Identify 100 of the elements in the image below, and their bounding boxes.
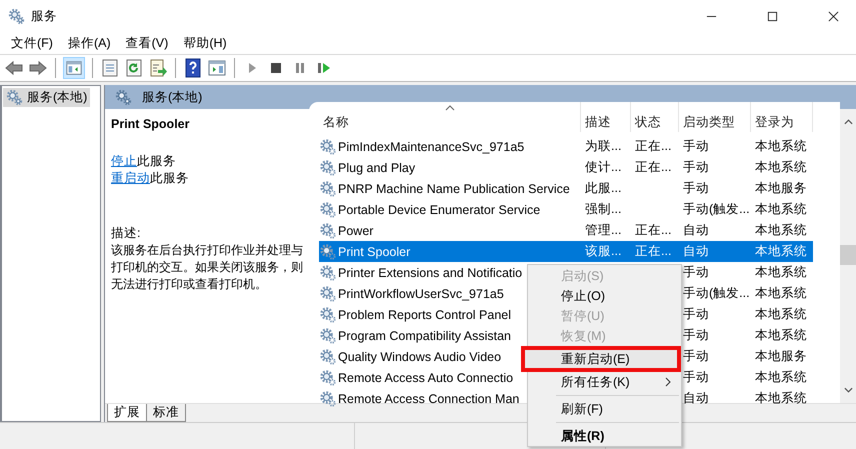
action-pane-icon[interactable] bbox=[207, 58, 227, 78]
description-cell: 该服... bbox=[585, 244, 622, 258]
context-menu-item[interactable]: 重新启动(E) bbox=[521, 346, 681, 372]
column-header[interactable]: 启动类型 bbox=[679, 102, 751, 132]
service-name-cell[interactable]: Portable Device Enumerator Service bbox=[338, 202, 540, 216]
status-cell: 正在... bbox=[635, 139, 672, 153]
log-on-as-cell: 本地系统 bbox=[755, 160, 807, 174]
log-on-as-cell: 本地系统 bbox=[755, 139, 807, 153]
gears-icon bbox=[319, 159, 336, 176]
log-on-as-cell: 本地系统 bbox=[755, 286, 807, 300]
sort-icon bbox=[444, 105, 454, 111]
startup-type-cell: 自动 bbox=[683, 223, 709, 237]
context-menu-item[interactable]: 属性(R) bbox=[528, 426, 681, 446]
scrollbar[interactable] bbox=[840, 109, 856, 403]
export-list-icon[interactable] bbox=[148, 58, 168, 78]
context-menu-item[interactable]: 所有任务(K) bbox=[528, 372, 681, 392]
log-on-as-cell: 本地系统 bbox=[755, 328, 807, 342]
status-cell: 正在... bbox=[635, 244, 672, 258]
properties-sheet-icon[interactable] bbox=[100, 58, 120, 78]
gears-icon bbox=[319, 201, 336, 218]
context-menu-item[interactable]: 停止(O) bbox=[528, 286, 681, 306]
service-name: Print Spooler bbox=[111, 117, 190, 133]
action-link[interactable]: 重启动 bbox=[111, 171, 150, 185]
service-name-cell[interactable]: Quality Windows Audio Video bbox=[338, 350, 502, 364]
scroll-thumb[interactable] bbox=[840, 245, 856, 265]
service-action-text: 停止此服务 bbox=[111, 153, 177, 170]
startup-type-cell: 手动 bbox=[683, 370, 709, 384]
service-name-cell[interactable]: Printer Extensions and Notificatio bbox=[338, 266, 522, 280]
tree-item[interactable]: 服务(本地) bbox=[3, 88, 90, 107]
gears-icon bbox=[319, 138, 336, 155]
gears-icon bbox=[319, 264, 336, 281]
service-name-cell[interactable]: Remote Access Connection Man bbox=[338, 392, 520, 406]
gears-icon bbox=[319, 180, 336, 197]
gears-icon bbox=[319, 327, 336, 344]
view-tab[interactable]: 扩展 bbox=[107, 404, 147, 422]
back-arrow-icon[interactable] bbox=[4, 58, 24, 78]
log-on-as-cell: 本地系统 bbox=[755, 391, 807, 405]
startup-type-cell: 自动 bbox=[683, 244, 709, 258]
panel-title: 服务(本地) bbox=[142, 88, 202, 106]
log-on-as-cell: 本地系统 bbox=[755, 202, 807, 216]
startup-type-cell: 手动 bbox=[683, 307, 709, 321]
gears-icon bbox=[319, 285, 336, 302]
gears-icon bbox=[6, 89, 23, 106]
gears-icon bbox=[319, 369, 336, 386]
service-name-cell[interactable]: Print Spooler bbox=[338, 244, 410, 258]
description-cell: 管理... bbox=[585, 223, 622, 237]
scroll-up-icon[interactable] bbox=[844, 119, 852, 125]
log-on-as-cell: 本地系统 bbox=[755, 265, 807, 279]
description-cell: 强制... bbox=[585, 202, 622, 216]
column-header[interactable]: 状态 bbox=[631, 102, 679, 132]
startup-type-cell: 手动 bbox=[683, 349, 709, 363]
log-on-as-cell: 本地系统 bbox=[755, 370, 807, 384]
scroll-down-icon[interactable] bbox=[844, 387, 852, 393]
service-name-cell[interactable]: PrintWorkflowUserSvc_971a5 bbox=[338, 286, 504, 300]
column-header[interactable]: 描述 bbox=[581, 102, 631, 132]
service-name-cell[interactable]: Problem Reports Control Panel bbox=[338, 308, 511, 322]
maximize-icon[interactable] bbox=[767, 10, 778, 22]
log-on-as-cell: 本地系统 bbox=[755, 223, 807, 237]
gears-icon bbox=[319, 222, 336, 239]
view-tab[interactable]: 标准 bbox=[146, 404, 186, 422]
console-tree-button[interactable] bbox=[63, 57, 85, 79]
column-header[interactable]: 名称 bbox=[319, 102, 581, 132]
refresh-icon[interactable] bbox=[124, 58, 144, 78]
menu-item[interactable]: 操作(A) bbox=[60, 34, 119, 52]
menu-item[interactable]: 文件(F) bbox=[4, 34, 61, 52]
column-header[interactable]: 登录为 bbox=[751, 102, 813, 132]
startup-type-cell: 手动 bbox=[683, 160, 709, 174]
gears-icon bbox=[319, 306, 336, 323]
gears-icon bbox=[115, 88, 132, 106]
startup-type-cell: 自动 bbox=[683, 391, 709, 405]
description-label: 描述: bbox=[111, 225, 142, 242]
action-link[interactable]: 停止 bbox=[111, 154, 137, 168]
service-name-cell[interactable]: PNRP Machine Name Publication Service bbox=[338, 182, 570, 196]
service-name-cell[interactable]: Plug and Play bbox=[338, 160, 416, 174]
log-on-as-cell: 本地服务 bbox=[755, 181, 807, 195]
selected-service-row[interactable]: Print Spooler 该服... 正在... 自动 本地系统 bbox=[319, 241, 813, 262]
startup-type-cell: 手动 bbox=[683, 328, 709, 342]
description-cell: 此服... bbox=[585, 181, 622, 195]
startup-type-cell: 手动 bbox=[683, 181, 709, 195]
gears-icon bbox=[319, 348, 336, 365]
description-text: 该服务在后台执行打印作业并处理与打印机的交互。如果关闭该服务，则无法进行打印或查看打印机。 bbox=[111, 242, 304, 293]
service-name-cell[interactable]: Program Compatibility Assistan bbox=[338, 328, 511, 342]
log-on-as-cell: 本地系统 bbox=[755, 244, 807, 258]
forward-arrow-icon[interactable] bbox=[28, 58, 48, 78]
menu-item[interactable]: 查看(V) bbox=[118, 34, 176, 52]
status-cell: 正在... bbox=[635, 160, 672, 174]
service-name-cell[interactable]: PimIndexMaintenanceSvc_971a5 bbox=[338, 140, 524, 154]
description-cell: 为联... bbox=[585, 139, 622, 153]
service-name-cell[interactable]: Remote Access Auto Connectio bbox=[338, 370, 514, 384]
service-name-cell[interactable]: Power bbox=[338, 224, 374, 238]
help-icon[interactable] bbox=[183, 58, 203, 78]
menu-item[interactable]: 帮助(H) bbox=[176, 34, 235, 52]
log-on-as-cell: 本地服务 bbox=[755, 349, 807, 363]
status-cell: 正在... bbox=[635, 223, 672, 237]
description-cell: 使计... bbox=[585, 160, 622, 174]
context-menu-item[interactable]: 刷新(F) bbox=[528, 399, 681, 419]
startup-type-cell: 手动 bbox=[683, 139, 709, 153]
gears-icon bbox=[319, 243, 336, 260]
close-icon[interactable] bbox=[828, 10, 839, 22]
service-action-text: 重启动此服务 bbox=[111, 170, 190, 187]
